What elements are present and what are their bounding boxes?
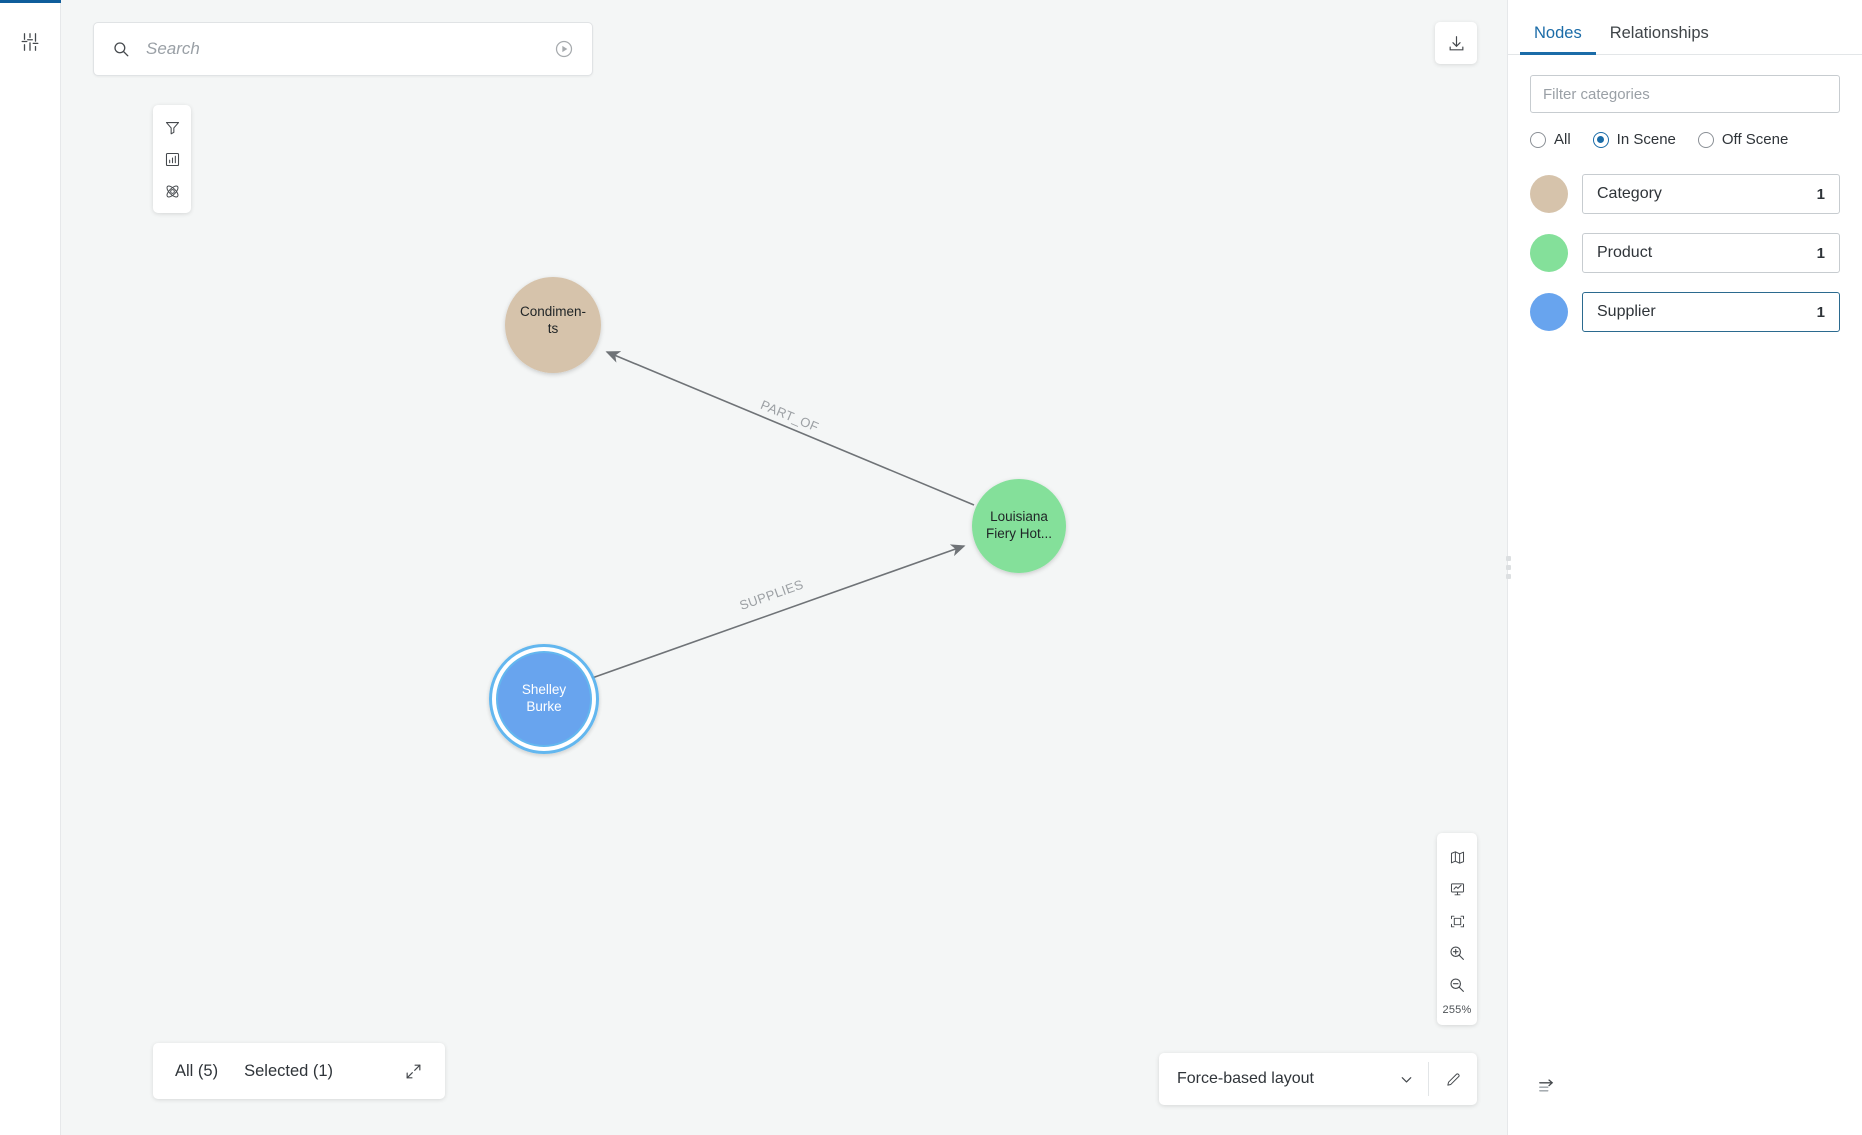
pencil-icon[interactable] <box>1429 1071 1477 1088</box>
radio-off-scene-dot <box>1697 131 1714 148</box>
graph-explorer-app: PART_OF SUPPLIES Condimen- ts Louisiana … <box>0 0 1862 1135</box>
category-count: 1 <box>1816 185 1825 203</box>
category-color-swatch[interactable] <box>1530 175 1568 213</box>
radio-in-scene-dot <box>1592 131 1609 148</box>
radio-off-scene-label: Off Scene <box>1721 131 1789 148</box>
category-count: 1 <box>1816 244 1825 262</box>
presentation-chart-icon[interactable] <box>1439 873 1475 905</box>
graph-node-condiments[interactable]: Condimen- ts <box>505 277 601 373</box>
layout-selected-label[interactable]: Force-based layout <box>1159 1070 1384 1088</box>
graph-canvas[interactable]: PART_OF SUPPLIES Condimen- ts Louisiana … <box>61 0 1507 1135</box>
category-row-supplier[interactable]: Supplier 1 <box>1582 292 1840 332</box>
radio-in-scene-label: In Scene <box>1616 131 1676 148</box>
radio-all-label: All <box>1554 131 1571 148</box>
tab-nodes[interactable]: Nodes <box>1520 24 1596 55</box>
zoom-toolbar: 255% <box>1437 833 1477 1025</box>
filter-categories-input[interactable] <box>1530 75 1840 113</box>
collapse-panel-icon[interactable] <box>1532 1073 1562 1099</box>
all-count-label[interactable]: All (5) <box>175 1062 218 1081</box>
list-item[interactable]: Category 1 <box>1530 174 1840 214</box>
inspector-panel: Nodes Relationships All In Scene Off Sce… <box>1505 0 1862 1135</box>
sliders-icon[interactable] <box>12 24 48 60</box>
graph-node-shelley[interactable]: Shelley Burke <box>489 644 599 754</box>
radio-in-scene[interactable]: In Scene <box>1592 131 1676 148</box>
category-row-category[interactable]: Category 1 <box>1582 174 1840 214</box>
panel-resize-handle[interactable] <box>1502 548 1514 588</box>
layout-selector-bar: Force-based layout <box>1159 1053 1477 1105</box>
edge-supplies[interactable]: SUPPLIES <box>591 544 966 679</box>
zoom-level-label: 255% <box>1442 1004 1472 1016</box>
category-name: Product <box>1597 244 1653 261</box>
panel-tabs: Nodes Relationships <box>1508 0 1862 55</box>
category-name: Category <box>1597 185 1662 202</box>
zoom-in-icon[interactable] <box>1439 937 1475 969</box>
map-icon[interactable] <box>1439 841 1475 873</box>
zoom-out-icon[interactable] <box>1439 969 1475 1001</box>
radio-all-dot <box>1530 131 1546 148</box>
category-name: Supplier <box>1597 303 1656 320</box>
edge-label-supplies: SUPPLIES <box>738 577 806 613</box>
category-color-swatch[interactable] <box>1530 234 1568 272</box>
category-row-product[interactable]: Product 1 <box>1582 233 1840 273</box>
category-count: 1 <box>1816 303 1825 321</box>
selection-count-bar: All (5) Selected (1) <box>153 1043 445 1099</box>
selected-count-label[interactable]: Selected (1) <box>244 1062 333 1081</box>
graph-scene[interactable]: PART_OF SUPPLIES Condimen- ts Louisiana … <box>61 0 1507 1135</box>
fit-to-screen-icon[interactable] <box>1439 905 1475 937</box>
radio-off-scene[interactable]: Off Scene <box>1697 131 1789 148</box>
chevron-down-icon[interactable] <box>1384 1071 1428 1088</box>
list-item[interactable]: Product 1 <box>1530 233 1840 273</box>
scope-radio-group: All In Scene Off Scene <box>1530 131 1840 148</box>
left-rail <box>0 0 61 1135</box>
radio-all[interactable]: All <box>1530 131 1571 148</box>
category-color-swatch[interactable] <box>1530 293 1568 331</box>
expand-arrows-icon[interactable] <box>404 1062 423 1081</box>
tab-relationships[interactable]: Relationships <box>1596 24 1723 54</box>
panel-body: All In Scene Off Scene Category 1 <box>1508 55 1862 332</box>
edge-part-of[interactable]: PART_OF <box>605 351 975 506</box>
list-item[interactable]: Supplier 1 <box>1530 292 1840 332</box>
category-list: Category 1 Product 1 Supplier 1 <box>1530 174 1840 332</box>
graph-node-louisiana[interactable]: Louisiana Fiery Hot... <box>972 479 1066 573</box>
rail-accent-bar <box>0 0 61 3</box>
